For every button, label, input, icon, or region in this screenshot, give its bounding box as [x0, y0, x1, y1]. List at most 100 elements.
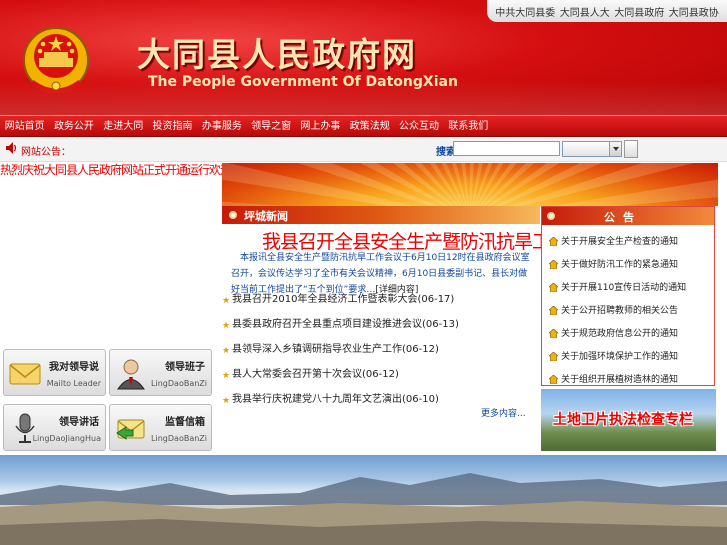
nav-item-8[interactable]: 政策法规	[345, 116, 394, 136]
button-label: 领导班子	[165, 362, 205, 373]
page: 大同县人民政府网 The People Government Of Datong…	[0, 0, 727, 545]
nav-item-7[interactable]: 网上办事	[296, 116, 345, 136]
house-icon	[549, 237, 558, 246]
star-icon: ★	[222, 371, 231, 381]
news-item-title: 我县召开2010年全县经济工作暨表彰大会	[232, 294, 418, 305]
news-item-title: 县人大常委会召开第十次会议	[232, 369, 362, 380]
notice-item[interactable]: 关于开展110宣传日活动的通知	[549, 282, 714, 305]
nav-item-10[interactable]: 联系我们	[444, 116, 493, 136]
nav-item-6[interactable]: 领导之窗	[246, 116, 295, 136]
star-icon: ★	[222, 346, 231, 356]
notice-item-text: 关于开展安全生产检查的通知	[561, 237, 679, 247]
site-header: 大同县人民政府网 The People Government Of Datong…	[0, 0, 727, 115]
notice-item[interactable]: 关于做好防汛工作的紧急通知	[549, 259, 714, 282]
site-subtitle: The People Government Of DatongXian	[148, 74, 458, 90]
nav-item-3[interactable]: 走进大同	[99, 116, 148, 136]
search-category-select[interactable]	[562, 141, 622, 157]
search-input[interactable]	[453, 141, 560, 156]
bullet-icon	[229, 211, 237, 219]
news-list: ★ 我县召开2010年全县经济工作暨表彰大会(06-17) ★ 县委县政府召开全县重…	[222, 292, 540, 417]
notice-item-text: 关于规范政府信息公开的通知	[561, 329, 679, 339]
notice-title: 公告	[604, 211, 642, 224]
news-item-date: (06-17)	[417, 294, 455, 305]
star-icon: ★	[222, 396, 231, 406]
nav-item-1[interactable]: 网站首页	[0, 116, 49, 136]
news-section-title: 坪城新闻	[244, 210, 288, 223]
search-button[interactable]	[624, 140, 638, 158]
house-icon	[549, 306, 558, 315]
button-label: 监督信箱	[165, 417, 205, 428]
top-links: 中共大同县委 大同县人大 大同县政府 大同县政协	[487, 0, 727, 22]
national-emblem-icon	[23, 27, 89, 94]
top-link-government[interactable]: 大同县政府	[614, 4, 664, 19]
notice-header: 公告	[542, 207, 714, 225]
land-inspection-banner[interactable]: 土地卫片执法检查专栏	[541, 389, 716, 451]
house-icon	[549, 329, 558, 338]
supervision-mailbox-button[interactable]: 监督信箱 LingDaoBanZi	[109, 404, 212, 451]
mail-arrow-icon	[116, 419, 145, 440]
house-icon	[549, 352, 558, 361]
top-link-party[interactable]: 中共大同县委	[495, 4, 555, 19]
chevron-down-icon[interactable]	[609, 142, 621, 156]
nav-item-9[interactable]: 公众互动	[394, 116, 443, 136]
news-item[interactable]: ★ 我县召开2010年全县经济工作暨表彰大会(06-17)	[222, 292, 540, 317]
button-sublabel: LingDaoJiangHua	[32, 434, 101, 443]
news-item-title: 我县举行庆祝建党八十九周年文艺演出	[232, 394, 402, 405]
mountain-silhouette	[0, 473, 727, 545]
house-icon	[549, 375, 558, 384]
news-section-header: 坪城新闻	[222, 206, 540, 224]
news-item-title: 县委县政府召开全县重点项目建设推进会议	[232, 319, 422, 330]
bullet-icon	[547, 212, 555, 220]
leader-speech-button[interactable]: 领导讲话 LingDaoJiangHua	[3, 404, 106, 451]
news-item-date: (06-10)	[402, 394, 439, 405]
news-item[interactable]: ★ 县领导深入乡镇调研指导农业生产工作(06-12)	[222, 342, 540, 367]
star-icon: ★	[222, 321, 231, 331]
decorative-banner	[222, 163, 718, 206]
news-item[interactable]: ★ 县委县政府召开全县重点项目建设推进会议(06-13)	[222, 317, 540, 342]
top-link-congress[interactable]: 大同县人大	[560, 4, 610, 19]
news-item-title: 县领导深入乡镇调研指导农业生产工作	[232, 344, 402, 355]
notice-item[interactable]: 关于开展安全生产检查的通知	[549, 236, 714, 259]
envelope-icon	[9, 363, 41, 385]
house-icon	[549, 260, 558, 269]
news-item-date: (06-12)	[402, 344, 439, 355]
notice-item-text: 关于组织开展植树造林的通知	[561, 375, 679, 385]
main-nav: 网站首页 政务公开 走进大同 投资指南 办事服务 领导之窗 网上办事 政策法规 …	[0, 115, 727, 137]
search-strip: 网站公告： 搜索	[0, 138, 727, 162]
star-icon: ★	[222, 296, 231, 306]
news-more-link[interactable]: 更多内容...	[481, 406, 526, 419]
button-label: 领导讲话	[59, 417, 99, 428]
news-summary: 本报讯全县安全生产暨防汛抗旱工作会议于6月10日12时在县政府会议室召开，会议传…	[231, 250, 531, 298]
nav-item-4[interactable]: 投资指南	[148, 116, 197, 136]
news-item-date: (06-12)	[362, 369, 399, 380]
notice-item-text: 关于做好防汛工作的紧急通知	[561, 260, 679, 270]
nav-item-5[interactable]: 办事服务	[197, 116, 246, 136]
notice-item-text: 关于公开招聘教师的相关公告	[561, 306, 679, 316]
site-notice-label[interactable]: 网站公告：	[21, 143, 71, 158]
notice-item[interactable]: 关于规范政府信息公开的通知	[549, 328, 714, 351]
nav-item-2[interactable]: 政务公开	[49, 116, 98, 136]
notice-item[interactable]: 关于公开招聘教师的相关公告	[549, 305, 714, 328]
notice-item[interactable]: 关于加强环境保护工作的通知	[549, 351, 714, 374]
site-title: 大同县人民政府网	[137, 35, 417, 74]
button-sublabel: LingDaoBanZi	[151, 379, 207, 388]
land-banner-label: 土地卫片执法检查专栏	[553, 412, 693, 428]
notice-item-text: 关于开展110宣传日活动的通知	[561, 283, 687, 293]
notice-panel: 公告 关于开展安全生产检查的通知 关于做好防汛工作的紧急通知 关于开展110宣传…	[541, 206, 715, 386]
top-link-cppcc[interactable]: 大同县政协	[669, 4, 719, 19]
notice-item[interactable]: 关于组织开展植树造林的通知	[549, 374, 714, 385]
notice-item-text: 关于加强环境保护工作的通知	[561, 352, 679, 362]
leadership-team-button[interactable]: 领导班子 LingDaoBanZi	[109, 349, 212, 396]
button-label: 我对领导说	[49, 362, 99, 373]
news-item-date: (06-13)	[422, 319, 459, 330]
mailto-leader-button[interactable]: 我对领导说 Mailto Leader	[3, 349, 106, 396]
scrolling-announcement[interactable]: 热烈庆祝大同县人民政府网站正式开通运行欢迎广大群众积极参与网站建设	[0, 161, 240, 175]
notice-list: 关于开展安全生产检查的通知 关于做好防汛工作的紧急通知 关于开展110宣传日活动…	[542, 225, 714, 385]
person-icon	[117, 359, 145, 390]
button-sublabel: Mailto Leader	[46, 379, 101, 388]
button-sublabel: LingDaoBanZi	[151, 434, 207, 443]
landscape-photo	[0, 455, 727, 545]
house-icon	[549, 283, 558, 292]
speaker-icon	[6, 142, 17, 154]
news-item[interactable]: ★ 县人大常委会召开第十次会议(06-12)	[222, 367, 540, 392]
